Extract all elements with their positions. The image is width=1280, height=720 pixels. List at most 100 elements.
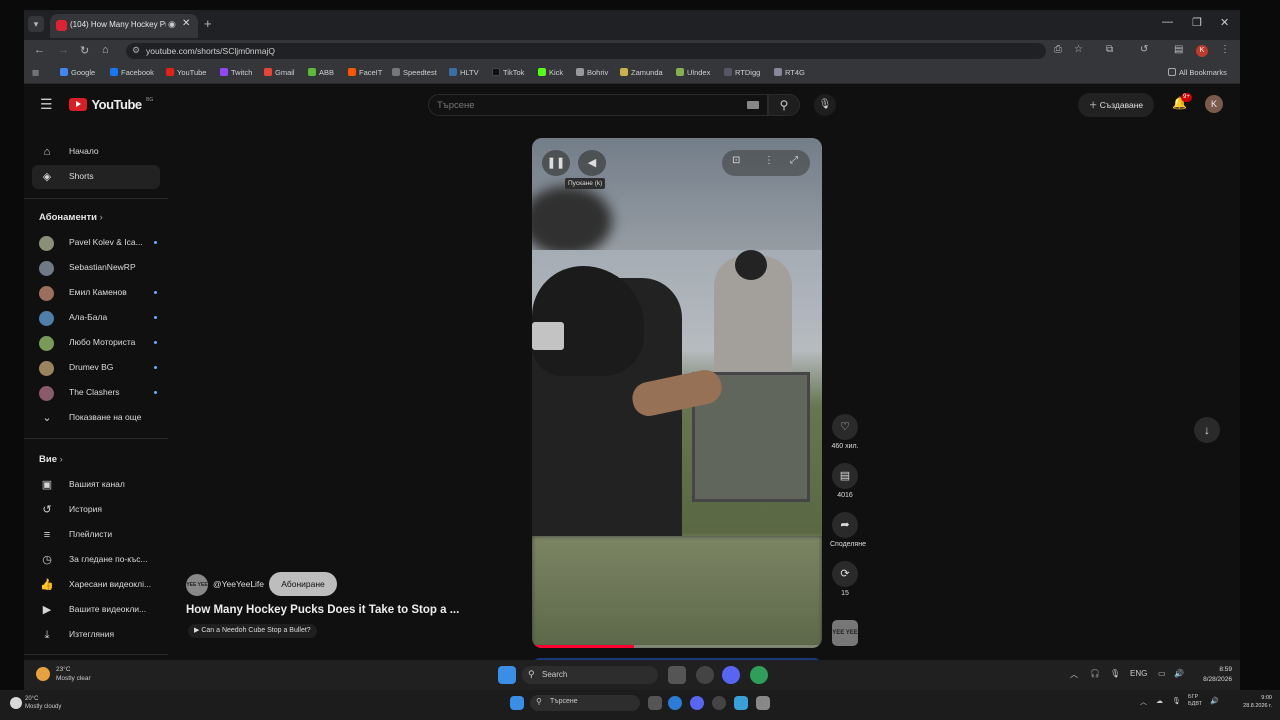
apps-grid-icon[interactable]: ▦ — [32, 68, 39, 77]
audio-icon[interactable]: ◉ — [168, 19, 176, 30]
channel-handle[interactable]: @YeeYeeLife — [213, 579, 264, 589]
history-icon[interactable]: ↺ — [1140, 44, 1148, 55]
volume-icon[interactable]: ◀ — [578, 150, 606, 176]
sidebar-item-your-videos[interactable]: ▶ Вашите видеокли... — [32, 598, 160, 622]
home-icon[interactable]: ⌂ — [102, 44, 109, 56]
edge-icon[interactable] — [668, 696, 682, 710]
bookmark-facebook[interactable]: Facebook — [110, 68, 154, 77]
sidebar-item-playlists[interactable]: ≡ Плейлисти — [32, 523, 160, 547]
language-indicator[interactable]: ENG — [1130, 669, 1147, 678]
sidebar-item-your-channel[interactable]: ▣ Вашият канал — [32, 473, 160, 497]
sidebar-item-subscription[interactable]: SebastianNewRP — [32, 256, 160, 280]
network-icon[interactable]: ☁ — [1156, 697, 1163, 705]
speaker-icon[interactable]: 🔊 — [1174, 669, 1184, 678]
sidebar-item-subscription[interactable]: The Clashers — [32, 381, 160, 405]
captions-icon[interactable]: ⊡ — [732, 155, 740, 166]
remix-action[interactable]: ⟳ 15 — [830, 561, 860, 597]
weather-widget[interactable]: 20°C Mostly cloudy — [25, 695, 61, 711]
taskbar-clock[interactable]: 9:00 28.8.2026 г. — [1226, 694, 1272, 710]
mic-icon[interactable]: 🎙 — [1110, 669, 1120, 678]
monitor-icon[interactable]: ▭ — [1158, 669, 1166, 678]
sidebar-item-shorts[interactable]: ◈ Shorts — [32, 165, 160, 189]
taskbar-clock[interactable]: 8:59 8/28/2026 — [1192, 665, 1232, 685]
sidebar-item-watch-later[interactable]: ◷ За гледане по-къс... — [32, 548, 160, 572]
progress-bar[interactable] — [532, 645, 822, 648]
bookmark-abb[interactable]: ABB — [308, 68, 334, 77]
star-icon[interactable]: ☆ — [1074, 44, 1083, 55]
chrome-icon[interactable] — [750, 666, 768, 684]
bookmark-ulndex[interactable]: Ulndex — [676, 68, 710, 77]
bookmark-rt4g[interactable]: RT4G — [774, 68, 805, 77]
search-input[interactable]: Търсене — [428, 94, 768, 116]
task-view-icon[interactable] — [648, 696, 662, 710]
sidebar-item-history[interactable]: ↺ История — [32, 498, 160, 522]
windows-start-icon[interactable] — [498, 666, 516, 684]
arrow-down-icon[interactable]: ↓ — [1194, 417, 1220, 443]
discord-icon[interactable] — [690, 696, 704, 710]
bookmark-faceit[interactable]: FaceIT — [348, 68, 382, 77]
steam-icon[interactable] — [696, 666, 714, 684]
like-action[interactable]: ♡ 460 хил. — [830, 414, 860, 450]
bookmark-twitch[interactable]: Twitch — [220, 68, 252, 77]
reading-list-icon[interactable]: ▤ — [1174, 44, 1183, 55]
sidebar-item-subscription[interactable]: Pavel Kolev & Ica... — [32, 231, 160, 255]
microphone-icon[interactable]: 🎙 — [814, 94, 836, 116]
keyboard-icon[interactable] — [747, 101, 759, 109]
site-info-icon[interactable]: ⚙ — [132, 45, 140, 56]
tray-chevron-icon[interactable]: ︿ — [1070, 669, 1078, 680]
shorts-player[interactable]: ❚❚ ◀ Пускане (k) ⊡ ⋮ ⤢ — [532, 138, 822, 648]
forward-arrow-icon[interactable]: → — [58, 44, 69, 56]
tab-close-icon[interactable]: ✕ — [182, 18, 190, 29]
subscriptions-heading[interactable]: Абонаменти › — [39, 212, 103, 223]
mic-icon[interactable]: 🎙 — [1172, 697, 1181, 705]
tray-chevron-icon[interactable]: ︿ — [1140, 697, 1147, 707]
bookmark-youtube[interactable]: YouTube — [166, 68, 206, 77]
taskbar-search[interactable]: ⚲ Search — [522, 666, 658, 684]
bookmark-bohriv[interactable]: Bohriv — [576, 68, 608, 77]
sidebar-item-subscription[interactable]: Drumev BG — [32, 356, 160, 380]
minimize-icon[interactable]: — — [1162, 16, 1173, 28]
windows-start-icon[interactable] — [510, 696, 524, 710]
sidebar-item-show-more[interactable]: ⌄ Показване на още — [32, 406, 160, 430]
new-tab-button[interactable]: + — [204, 16, 212, 31]
sidebar-item-liked[interactable]: 👍 Харесани видеоклі... — [32, 573, 160, 597]
youtube-logo[interactable]: YouTube BG — [69, 96, 153, 114]
window-close-icon[interactable]: ✕ — [1220, 16, 1229, 29]
remix-icon[interactable]: ⟳ — [832, 561, 858, 587]
menu-dots-icon[interactable]: ⋮ — [1220, 44, 1230, 55]
maximize-icon[interactable]: ❐ — [1192, 16, 1202, 29]
sidebar-item-subscription[interactable]: Емил Каменов — [32, 281, 160, 305]
weather-widget[interactable]: 23°C Mostly clear — [56, 665, 91, 683]
bookmark-rtdigg[interactable]: RTDigg — [724, 68, 760, 77]
discord-icon[interactable] — [722, 666, 740, 684]
comment-action[interactable]: ▤ 4016 — [830, 463, 860, 499]
comment-icon[interactable]: ▤ — [832, 463, 858, 489]
bookmark-zamunda[interactable]: Zamunda — [620, 68, 663, 77]
steam-icon[interactable] — [712, 696, 726, 710]
sidebar-item-subscription[interactable]: Ала-Бала — [32, 306, 160, 330]
bookmark-hltv[interactable]: HLTV — [449, 68, 479, 77]
install-icon[interactable]: ⎙ — [1054, 44, 1062, 55]
video-title[interactable]: How Many Hockey Pucks Does it Take to St… — [186, 604, 516, 616]
fullscreen-icon[interactable]: ⤢ — [790, 155, 798, 166]
bookmark-speedtest[interactable]: Speedtest — [392, 68, 437, 77]
profile-avatar[interactable]: K — [1196, 45, 1208, 57]
sidebar-item-downloads[interactable]: ⤓ Изтегляния — [32, 623, 160, 647]
search-icon[interactable]: ⚲ — [768, 94, 800, 116]
more-icon[interactable]: ⋮ — [764, 155, 774, 166]
create-button[interactable]: ＋ Създаване — [1078, 93, 1154, 117]
extensions-icon[interactable]: ⧉ — [1106, 44, 1113, 55]
sound-thumbnail[interactable]: YEE YEE — [832, 620, 858, 646]
browser-tab[interactable]: (104) How Many Hockey Pucks Does it Take… — [50, 14, 198, 38]
back-arrow-icon[interactable]: ← — [34, 44, 45, 56]
headset-icon[interactable]: 🎧 — [1090, 669, 1100, 678]
subscribe-button[interactable]: Абониране — [269, 572, 337, 596]
task-view-icon[interactable] — [668, 666, 686, 684]
tab-search-button[interactable]: ▾ — [28, 16, 44, 32]
heart-icon[interactable]: ♡ — [832, 414, 858, 440]
account-avatar[interactable]: K — [1205, 95, 1223, 113]
bookmark-kick[interactable]: Kick — [538, 68, 563, 77]
bookmark-tiktok[interactable]: TikTok — [492, 68, 524, 77]
share-action[interactable]: ➦ Споделяне — [830, 512, 866, 548]
hamburger-menu-icon[interactable]: ☰ — [40, 96, 53, 113]
